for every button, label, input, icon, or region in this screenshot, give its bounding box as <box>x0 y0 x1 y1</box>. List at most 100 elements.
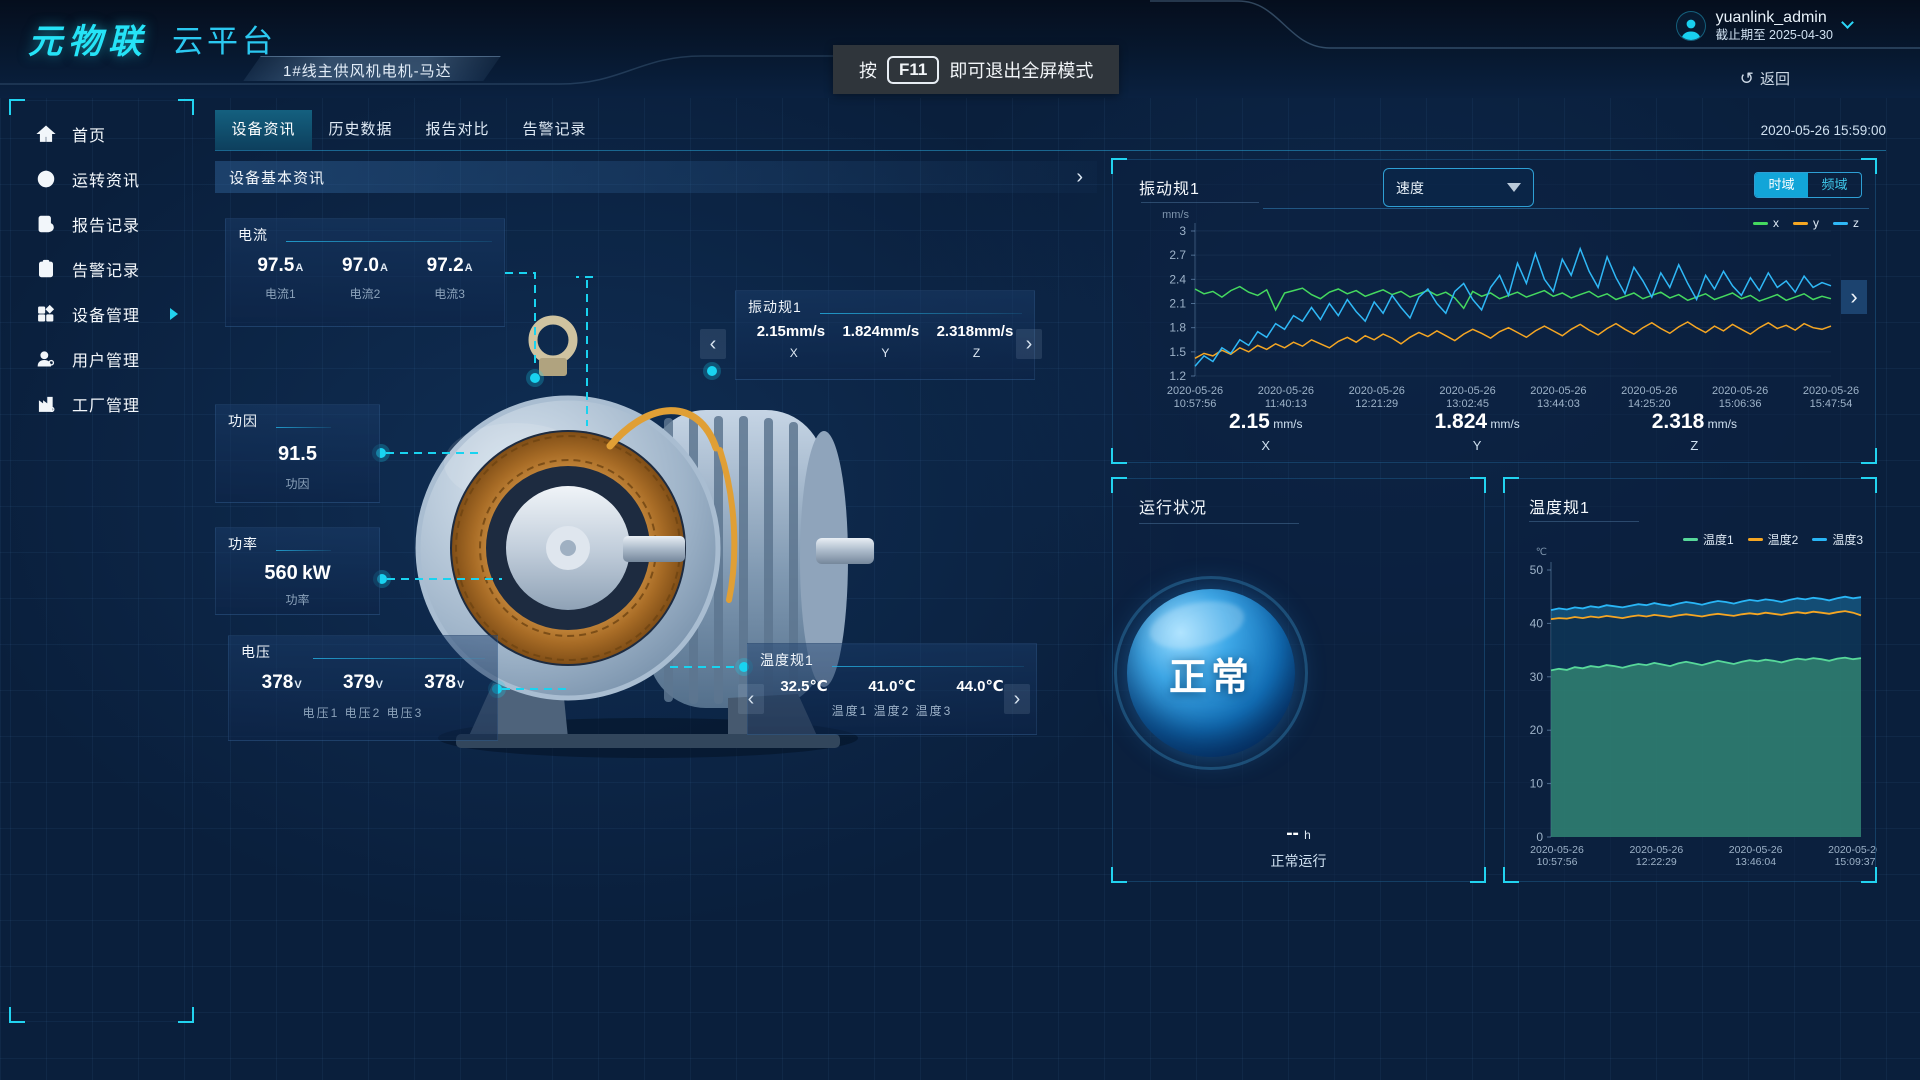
user-avatar-icon <box>1679 16 1703 40</box>
chevron-down-icon <box>1841 16 1854 29</box>
globe-icon <box>35 168 57 190</box>
vibration-value: 2.15mm/s <box>757 323 825 340</box>
sidebar-item-label: 报告记录 <box>72 212 140 236</box>
sidebar-item-label: 运转资讯 <box>72 167 140 191</box>
vibration-panel: 振动规1 速度 时域 频域 xyz mm/s32.72.42.11.81.51.… <box>1112 159 1876 463</box>
power-title: 功率 <box>228 534 258 554</box>
tab-历史数据[interactable]: 历史数据 <box>312 110 409 150</box>
temperature-next-button[interactable]: › <box>1004 684 1030 714</box>
home-icon <box>35 123 57 145</box>
panel-next-chevron[interactable]: › <box>1841 280 1867 314</box>
vibration-value: 1.824mm/s <box>842 323 919 340</box>
sidebar: 首页运转资讯报告记录告警记录设备管理用户管理工厂管理 <box>10 100 193 1022</box>
device-basic-info-bar: 设备基本资讯 › <box>215 161 1097 193</box>
svg-text:mm/s: mm/s <box>1162 209 1189 221</box>
voltage-title: 电压 <box>241 642 271 662</box>
svg-text:2020-05-26: 2020-05-26 <box>1629 844 1683 856</box>
hours-unit: h <box>1304 828 1311 842</box>
svg-text:15:47:54: 15:47:54 <box>1810 398 1853 410</box>
temperature-panel: 温度规1 温度1温度2温度3 ℃504030201002020-05-2610:… <box>1504 478 1876 882</box>
svg-text:40: 40 <box>1530 616 1544 630</box>
svg-text:15:06:36: 15:06:36 <box>1719 398 1762 410</box>
summary-Y: 1.824 mm/sY <box>1435 410 1520 453</box>
unit: V <box>376 679 383 691</box>
unit: V <box>294 679 301 691</box>
svg-text:3: 3 <box>1179 224 1186 238</box>
sidebar-item-alarm-records[interactable]: 告警记录 <box>11 246 192 291</box>
svg-text:10:57:56: 10:57:56 <box>1537 856 1578 868</box>
svg-text:20: 20 <box>1530 723 1544 737</box>
factory-icon <box>35 393 57 415</box>
summary-X: 2.15 mm/sX <box>1229 410 1303 453</box>
tab-设备资讯[interactable]: 设备资讯 <box>215 110 312 150</box>
temperature-prev-button[interactable]: ‹ <box>738 684 764 714</box>
unit: A <box>380 262 388 274</box>
svg-text:2020-05-26: 2020-05-26 <box>1621 385 1677 397</box>
power-factor-value: 91.5 <box>278 443 317 465</box>
running-hours: -- h <box>1113 823 1484 845</box>
svg-text:30: 30 <box>1530 670 1544 684</box>
username: yuanlink_admin <box>1716 8 1833 28</box>
status-sphere: 正常 <box>1127 589 1295 757</box>
svg-text:1.2: 1.2 <box>1169 369 1186 383</box>
svg-text:2020-05-26: 2020-05-26 <box>1349 385 1405 397</box>
callout-value: 97.0A <box>342 255 388 277</box>
svg-text:2020-05-26: 2020-05-26 <box>1803 385 1859 397</box>
svg-text:2020-05-26: 2020-05-26 <box>1530 844 1584 856</box>
vibration-next-button[interactable]: › <box>1016 329 1042 359</box>
power-callout: 功率 560 kW 功率 <box>215 527 380 615</box>
sidebar-item-operation-info[interactable]: 运转资讯 <box>11 156 192 201</box>
tab-报告对比[interactable]: 报告对比 <box>409 110 506 150</box>
sidebar-item-home[interactable]: 首页 <box>11 111 192 156</box>
svg-text:13:44:03: 13:44:03 <box>1537 398 1580 410</box>
callout-label: 电流3 <box>434 285 465 302</box>
tab-告警记录[interactable]: 告警记录 <box>506 110 603 150</box>
svg-text:℃: ℃ <box>1536 547 1547 558</box>
svg-text:13:02:45: 13:02:45 <box>1446 398 1489 410</box>
report-icon <box>35 213 57 235</box>
svg-text:2020-05-26: 2020-05-26 <box>1530 385 1586 397</box>
logo-primary-text: 元物联 <box>28 14 148 63</box>
submenu-arrow-icon <box>170 308 178 320</box>
back-button[interactable]: ↺ 返回 <box>1740 68 1790 89</box>
unit: V <box>457 679 464 691</box>
axis-label: Z <box>973 346 980 360</box>
callout-value: 378V <box>424 672 464 694</box>
vibration-chart: mm/s32.72.42.11.81.51.22020-05-2610:57:5… <box>1113 160 1877 410</box>
sidebar-item-label: 用户管理 <box>72 347 140 371</box>
status-panel-title: 运行状况 <box>1139 494 1207 518</box>
power-unit: kW <box>302 563 331 584</box>
sidebar-item-label: 首页 <box>72 122 106 146</box>
sidebar-item-device-management[interactable]: 设备管理 <box>11 291 192 336</box>
tab-underline <box>215 150 1886 151</box>
temperature-value: 44.0℃ <box>956 677 1003 695</box>
user-menu[interactable]: yuanlink_admin 截止期至 2025-04-30 <box>1676 8 1852 44</box>
f11-key-badge: F11 <box>887 56 939 84</box>
summary-Z: 2.318 mm/sZ <box>1652 410 1737 453</box>
tab-bar: 设备资讯历史数据报告对比告警记录 <box>215 110 603 150</box>
svg-text:2020-05-26: 2020-05-26 <box>1167 385 1223 397</box>
vibration-callout: 振动规1 2.15mm/s1.824mm/s2.318mm/s XYZ ‹ › <box>735 290 1035 380</box>
svg-text:50: 50 <box>1530 563 1544 577</box>
sidebar-item-user-management[interactable]: 用户管理 <box>11 336 192 381</box>
notice-prefix: 按 <box>859 57 877 83</box>
devices-icon <box>35 303 57 325</box>
callout-value: 97.5A <box>257 255 303 277</box>
chevron-right-icon[interactable]: › <box>1076 167 1083 187</box>
svg-text:2020-05-26: 2020-05-26 <box>1439 385 1495 397</box>
svg-text:2.1: 2.1 <box>1169 297 1186 311</box>
svg-text:2020-05-26: 2020-05-26 <box>1258 385 1314 397</box>
callout-value: 97.2A <box>427 255 473 277</box>
sidebar-item-report-records[interactable]: 报告记录 <box>11 201 192 246</box>
voltage-labels: 电压1 电压2 电压3 <box>241 704 485 721</box>
sidebar-item-factory-management[interactable]: 工厂管理 <box>11 381 192 426</box>
svg-text:13:46:04: 13:46:04 <box>1735 856 1776 868</box>
vibration-callout-title: 振动规1 <box>748 297 802 317</box>
temperature-chart: ℃504030201002020-05-2610:57:562020-05-26… <box>1505 479 1877 883</box>
back-label: 返回 <box>1760 68 1790 89</box>
svg-text:12:21:29: 12:21:29 <box>1355 398 1398 410</box>
temperature-value: 32.5℃ <box>780 677 827 695</box>
temperature-value: 41.0℃ <box>868 677 915 695</box>
vibration-prev-button[interactable]: ‹ <box>700 329 726 359</box>
power-value: 560 <box>264 562 297 584</box>
